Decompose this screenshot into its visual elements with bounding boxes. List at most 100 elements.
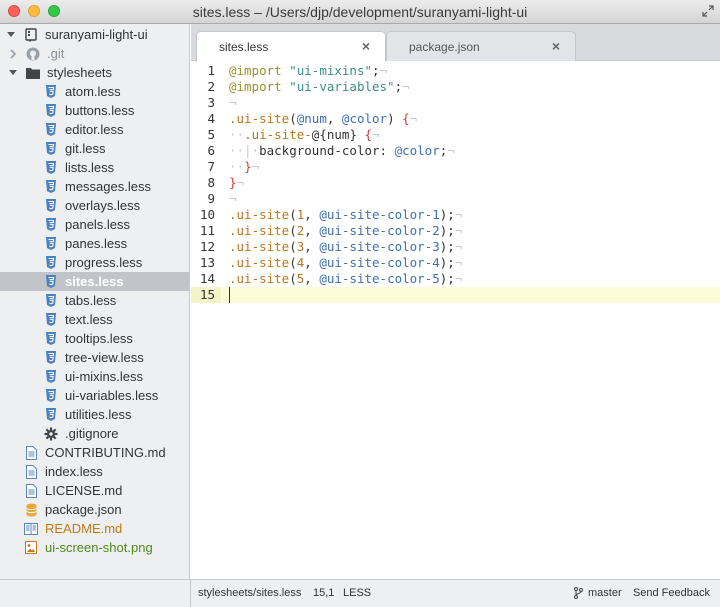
code-token: @color: [394, 143, 440, 158]
tree-file[interactable]: ui-variables.less: [0, 386, 189, 405]
code-token: @import: [229, 63, 290, 78]
tree-file[interactable]: tree-view.less: [0, 348, 189, 367]
tree-item-label: atom.less: [65, 84, 121, 99]
code-line[interactable]: ¬: [229, 95, 237, 111]
code-token: background-color:: [259, 143, 395, 158]
code-token: ¬: [454, 255, 463, 270]
tree-file[interactable]: editor.less: [0, 120, 189, 139]
tree-file[interactable]: progress.less: [0, 253, 189, 272]
tree-file[interactable]: text.less: [0, 310, 189, 329]
tree-folder[interactable]: .git: [0, 44, 189, 63]
tree-file[interactable]: CONTRIBUTING.md: [0, 443, 189, 462]
code-line[interactable]: .ui-site(4, @ui-site-color-4);¬: [229, 255, 462, 271]
tree-file[interactable]: .gitignore: [0, 424, 189, 443]
status-file-path[interactable]: stylesheets/sites.less: [198, 587, 301, 599]
tree-file[interactable]: overlays.less: [0, 196, 189, 215]
tree-file[interactable]: sites.less: [0, 272, 189, 291]
status-git-branch[interactable]: master: [574, 587, 622, 599]
fullscreen-icon[interactable]: [702, 5, 714, 17]
tree-folder[interactable]: suranyami-light-ui: [0, 25, 189, 44]
css3-icon: [44, 199, 58, 213]
code-token: );: [439, 271, 455, 286]
code-token: {: [364, 127, 373, 142]
code-line[interactable]: .ui-site(2, @ui-site-color-2);¬: [229, 223, 462, 239]
status-cursor-position[interactable]: 15,1: [313, 587, 334, 599]
code-line[interactable]: ··|·background-color: @color;¬: [229, 143, 455, 159]
code-token: .ui-site: [229, 111, 290, 126]
tree-item-label: tree-view.less: [65, 350, 144, 365]
document-icon: [24, 483, 38, 498]
image-icon: [24, 541, 38, 555]
tree-file[interactable]: panels.less: [0, 215, 189, 234]
tree-item-label: tooltips.less: [65, 331, 133, 346]
chevron-down-icon[interactable]: [6, 30, 16, 40]
tab-package-json[interactable]: package.json ×: [386, 31, 576, 61]
tree-item-label: LICENSE.md: [45, 483, 123, 498]
css3-icon: [44, 351, 58, 365]
tree-view[interactable]: suranyami-light-ui .git stylesheets atom.le…: [0, 24, 190, 579]
document-icon: [24, 445, 38, 460]
code-line[interactable]: .ui-site(@num, @color) {¬: [229, 111, 417, 127]
document-icon: [24, 464, 38, 479]
tree-file[interactable]: package.json: [0, 500, 189, 519]
tree-file[interactable]: ui-screen-shot.png: [0, 538, 189, 557]
tree-file[interactable]: lists.less: [0, 158, 189, 177]
tree-file[interactable]: git.less: [0, 139, 189, 158]
css3-icon: [44, 370, 58, 384]
tree-file[interactable]: tooltips.less: [0, 329, 189, 348]
tree-file[interactable]: ui-mixins.less: [0, 367, 189, 386]
code-token: @import: [229, 79, 290, 94]
code-line[interactable]: ¬: [229, 191, 237, 207]
tree-file[interactable]: tabs.less: [0, 291, 189, 310]
tree-file[interactable]: atom.less: [0, 82, 189, 101]
code-line[interactable]: .ui-site(5, @ui-site-color-5);¬: [229, 271, 462, 287]
tree-folder[interactable]: stylesheets: [0, 63, 189, 82]
book-icon: [24, 522, 38, 536]
tree-file[interactable]: utilities.less: [0, 405, 189, 424]
tree-item-label: .gitignore: [65, 426, 119, 441]
code-token: ¬: [402, 79, 410, 94]
tree-file[interactable]: messages.less: [0, 177, 189, 196]
code-token: num: [326, 127, 350, 142]
css3-icon: [44, 85, 58, 99]
code-token: (: [289, 223, 297, 238]
code-line[interactable]: .ui-site(3, @ui-site-color-3);¬: [229, 239, 462, 255]
tree-file[interactable]: index.less: [0, 462, 189, 481]
code-token: ,: [304, 255, 320, 270]
status-grammar[interactable]: LESS: [343, 587, 371, 599]
css3-icon: [44, 104, 58, 118]
close-tab-icon[interactable]: ×: [359, 39, 373, 53]
code-line[interactable]: }¬: [229, 175, 244, 191]
code-line[interactable]: @import "ui-mixins";¬: [229, 63, 387, 79]
chevron-right-icon[interactable]: [8, 48, 18, 59]
code-token: }: [244, 159, 252, 174]
line-number: 3: [207, 95, 215, 110]
code-line[interactable]: ··.ui-site-@{num} {¬: [229, 127, 380, 143]
code-token: );: [439, 255, 455, 270]
close-tab-icon[interactable]: ×: [549, 39, 563, 53]
tree-item-label: stylesheets: [47, 65, 113, 80]
line-number: 8: [207, 175, 215, 190]
tree-file[interactable]: buttons.less: [0, 101, 189, 120]
database-icon: [24, 503, 38, 517]
code-token: ¬: [454, 223, 463, 238]
tree-item-label: .git: [47, 46, 65, 61]
chevron-down-icon[interactable]: [8, 68, 18, 78]
send-feedback-link[interactable]: Send Feedback: [633, 587, 710, 599]
tree-file[interactable]: README.md: [0, 519, 189, 538]
tree-item-label: lists.less: [65, 160, 115, 175]
css3-icon: [44, 237, 58, 251]
code-token: @ui-site-color-1: [319, 207, 440, 222]
code-token: );: [439, 223, 455, 238]
tree-file[interactable]: panes.less: [0, 234, 189, 253]
editor[interactable]: 1 2 3 4 5 6 7 8 9 10 11 12 13 14 15 @import "ui-mixins…: [191, 61, 720, 579]
tree-item-label: overlays.less: [65, 198, 141, 213]
css3-icon: [44, 408, 58, 422]
tree-file[interactable]: LICENSE.md: [0, 481, 189, 500]
tab-sites-less[interactable]: sites.less ×: [196, 31, 386, 62]
code-line[interactable]: @import "ui-variables";¬: [229, 79, 410, 95]
tree-view-footer: [0, 579, 191, 607]
line-number: 6: [207, 143, 215, 158]
code-line[interactable]: .ui-site(1, @ui-site-color-1);¬: [229, 207, 462, 223]
code-line[interactable]: ··}¬: [229, 159, 259, 175]
